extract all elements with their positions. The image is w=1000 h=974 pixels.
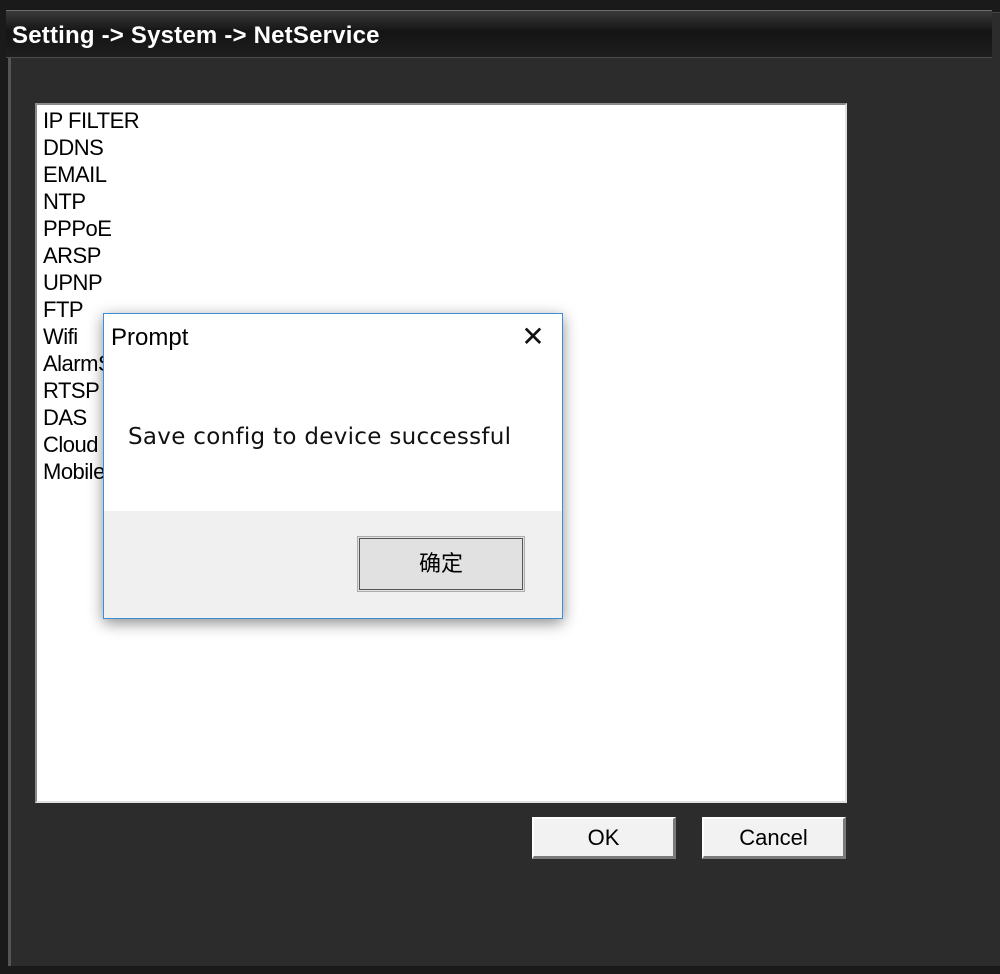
- cancel-button[interactable]: Cancel: [702, 817, 846, 859]
- list-item-arsp[interactable]: ARSP: [43, 242, 845, 269]
- prompt-dialog: Prompt ✕ Save config to device successfu…: [103, 313, 563, 619]
- ok-button[interactable]: OK: [532, 817, 676, 859]
- list-item-ip-filter[interactable]: IP FILTER: [43, 107, 845, 134]
- list-item-pppoe[interactable]: PPPoE: [43, 215, 845, 242]
- list-item-ddns[interactable]: DDNS: [43, 134, 845, 161]
- list-item-upnp[interactable]: UPNP: [43, 269, 845, 296]
- list-item-email[interactable]: EMAIL: [43, 161, 845, 188]
- dialog-message: Save config to device successful: [128, 424, 512, 450]
- close-icon[interactable]: ✕: [516, 320, 550, 354]
- dialog-title: Prompt: [111, 324, 189, 351]
- window-title: Setting -> System -> NetService: [12, 22, 380, 49]
- dialog-footer: 确定: [104, 511, 562, 618]
- list-item-ntp[interactable]: NTP: [43, 188, 845, 215]
- confirm-button[interactable]: 确定: [357, 536, 525, 592]
- window-titlebar: Setting -> System -> NetService: [6, 10, 992, 58]
